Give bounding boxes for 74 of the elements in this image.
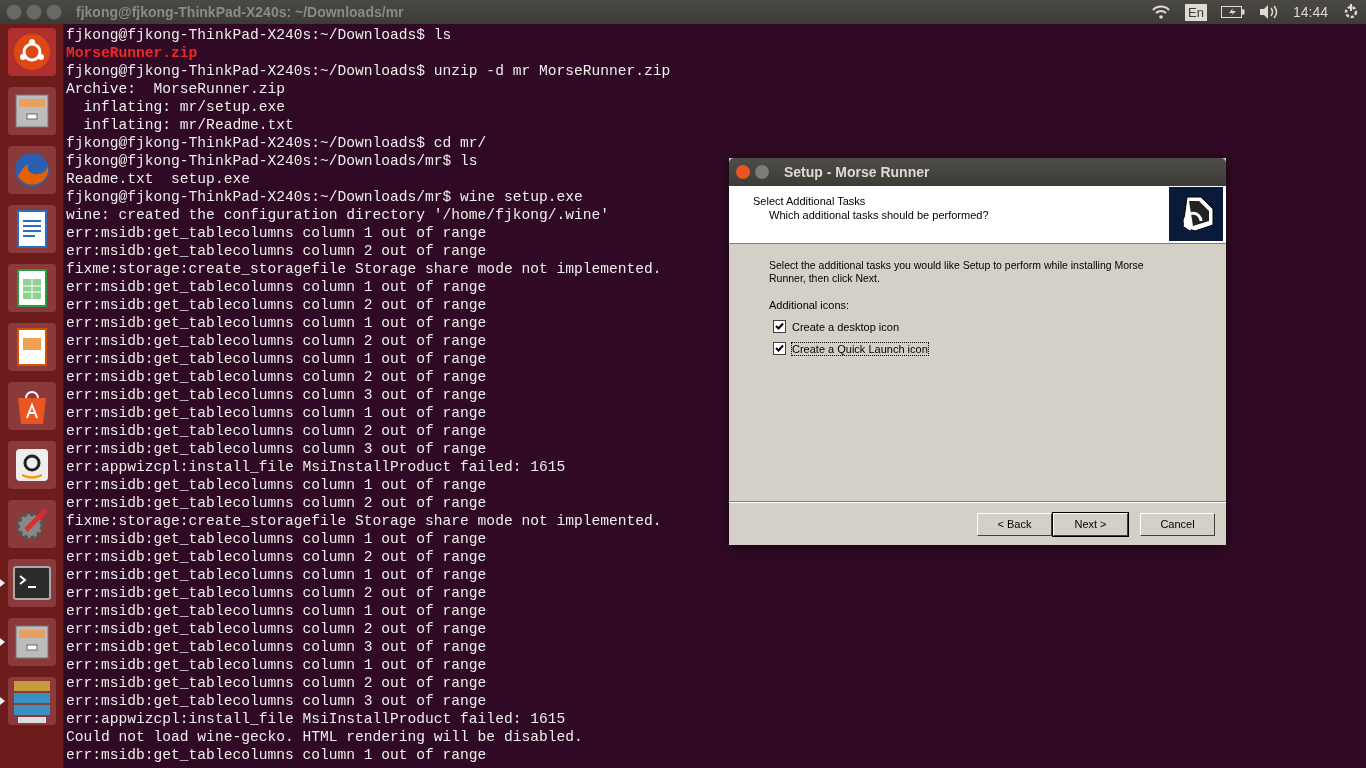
terminal-line: inflating: mr/Readme.txt	[82, 116, 294, 134]
files-launcher-icon[interactable]	[7, 87, 56, 135]
software-launcher-icon[interactable]	[7, 382, 56, 430]
impress-launcher-icon[interactable]	[7, 323, 56, 371]
dash-launcher-icon[interactable]	[7, 28, 56, 76]
files-launcher-icon[interactable]	[7, 618, 56, 666]
terminal-line: err:msidb:get_tablecolumns column 1 out of range	[66, 224, 487, 242]
terminal-line: err:msidb:get_tablecolumns column 2 out of range	[66, 584, 487, 602]
minimize-button[interactable]	[755, 165, 769, 179]
terminal-line: Archive: MorseRunner.zip	[66, 80, 285, 98]
group-label: Additional icons:	[769, 299, 851, 311]
terminal-line: err:msidb:get_tablecolumns column 2 out of range	[66, 368, 487, 386]
stack-launcher-icon[interactable]	[7, 677, 56, 725]
terminal-line: wine: created the configuration directory '/home/fjkong/.wine'	[66, 206, 609, 224]
terminal-line: err:msidb:get_tablecolumns column 2 out of range	[66, 296, 487, 314]
terminal-launcher-icon[interactable]	[7, 559, 56, 607]
clock[interactable]: 14:44	[1292, 4, 1328, 20]
terminal-line: err:msidb:get_tablecolumns column 2 out of range	[66, 332, 487, 350]
terminal-line: err:msidb:get_tablecolumns column 1 out of range	[66, 656, 487, 674]
terminal-line: err:msidb:get_tablecolumns column 1 out of range	[66, 746, 487, 764]
terminal-line: err:msidb:get_tablecolumns column 2 out of range	[66, 422, 487, 440]
instructions-text: Select the additional tasks you would like Setup to perform while installing Morse Runner, then click Next.	[769, 259, 1145, 285]
terminal-line: fjkong@fjkong-ThinkPad-X240s:~/Downloads$ ls	[66, 26, 452, 44]
terminal-line: err:msidb:get_tablecolumns column 2 out of range	[66, 674, 487, 692]
browser-launcher-icon[interactable]	[7, 146, 56, 194]
settings-launcher-icon[interactable]	[7, 500, 56, 548]
terminal-line: err:appwizcpl:install_file MsiInstallProduct failed: 1615	[66, 458, 566, 476]
terminal-line: fjkong@fjkong-ThinkPad-X240s:~/Downloads/mr$ ls	[66, 152, 478, 170]
terminal-line: fjkong@fjkong-ThinkPad-X240s:~/Downloads/mr$ wine setup.exe	[66, 188, 583, 206]
terminal-line: err:msidb:get_tablecolumns column 3 out of range	[66, 692, 487, 710]
close-button[interactable]	[736, 165, 750, 179]
terminal-line: err:msidb:get_tablecolumns column 1 out of range	[66, 314, 487, 332]
dialog-title: Setup - Morse Runner	[784, 164, 930, 180]
checkbox-label[interactable]: Create a desktop icon	[792, 320, 899, 333]
terminal-line: err:msidb:get_tablecolumns column 1 out of range	[66, 476, 487, 494]
amazon-launcher-icon[interactable]	[7, 441, 56, 489]
wifi-icon[interactable]	[1151, 5, 1172, 19]
terminal-line: err:msidb:get_tablecolumns column 1 out of range	[66, 404, 487, 422]
terminal-line: err:msidb:get_tablecolumns column 3 out of range	[66, 440, 487, 458]
terminal-line: fjkong@fjkong-ThinkPad-X240s:~/Downloads$ cd mr/	[66, 134, 487, 152]
power-gear-icon[interactable]	[1342, 3, 1360, 21]
calc-launcher-icon[interactable]	[7, 264, 56, 312]
checkbox[interactable]	[773, 342, 786, 355]
terminal-line: err:msidb:get_tablecolumns column 3 out of range	[66, 386, 487, 404]
terminal-line: err:msidb:get_tablecolumns column 1 out of range	[66, 350, 487, 368]
keyboard-layout-indicator[interactable]: En	[1185, 3, 1207, 21]
page-subheading: Which additional tasks should be performed?	[768, 209, 989, 221]
terminal-line: Readme.txt setup.exe	[66, 170, 250, 188]
terminal-line: err:msidb:get_tablecolumns column 1 out of range	[66, 530, 487, 548]
terminal-line: fixme:storage:create_storagefile Storage share mode not implemented.	[66, 260, 662, 278]
terminal-line: Could not load wine-gecko. HTML rendering will be disabled.	[66, 728, 583, 746]
checkbox-label[interactable]: Create a Quick Launch icon	[792, 342, 928, 355]
terminal-line: err:msidb:get_tablecolumns column 2 out of range	[66, 548, 487, 566]
terminal-line: err:msidb:get_tablecolumns column 2 out of range	[66, 242, 487, 260]
terminal-line: fixme:storage:create_storagefile Storage share mode not implemented.	[66, 512, 662, 530]
terminal-line: err:msidb:get_tablecolumns column 1 out of range	[66, 566, 487, 584]
page-heading: Select Additional Tasks	[753, 195, 867, 207]
terminal-line: err:msidb:get_tablecolumns column 1 out of range	[66, 278, 487, 296]
window-title: fjkong@fjkong-ThinkPad-X240s: ~/Downloads/mr	[76, 4, 405, 20]
terminal-line: err:msidb:get_tablecolumns column 2 out of range	[66, 494, 487, 512]
terminal-line: err:msidb:get_tablecolumns column 3 out of range	[66, 638, 487, 656]
checkbox[interactable]	[773, 320, 786, 333]
terminal-line: err:appwizcpl:install_file MsiInstallProduct failed: 1615	[66, 710, 566, 728]
battery-icon[interactable]	[1220, 6, 1245, 18]
back-button[interactable]: < Back	[977, 512, 1052, 536]
writer-launcher-icon[interactable]	[7, 205, 56, 253]
terminal-line: fjkong@fjkong-ThinkPad-X240s:~/Downloads$ unzip -d mr MorseRunner.zip	[66, 62, 671, 80]
terminal-line: err:msidb:get_tablecolumns column 2 out of range	[66, 620, 487, 638]
terminal-line: inflating: mr/setup.exe	[82, 98, 285, 116]
archive-filename: MorseRunner.zip	[66, 44, 198, 62]
next-button[interactable]: Next >	[1053, 512, 1128, 536]
terminal-line: err:msidb:get_tablecolumns column 1 out of range	[66, 602, 487, 620]
cancel-button[interactable]: Cancel	[1140, 512, 1215, 536]
volume-icon[interactable]	[1258, 4, 1279, 20]
